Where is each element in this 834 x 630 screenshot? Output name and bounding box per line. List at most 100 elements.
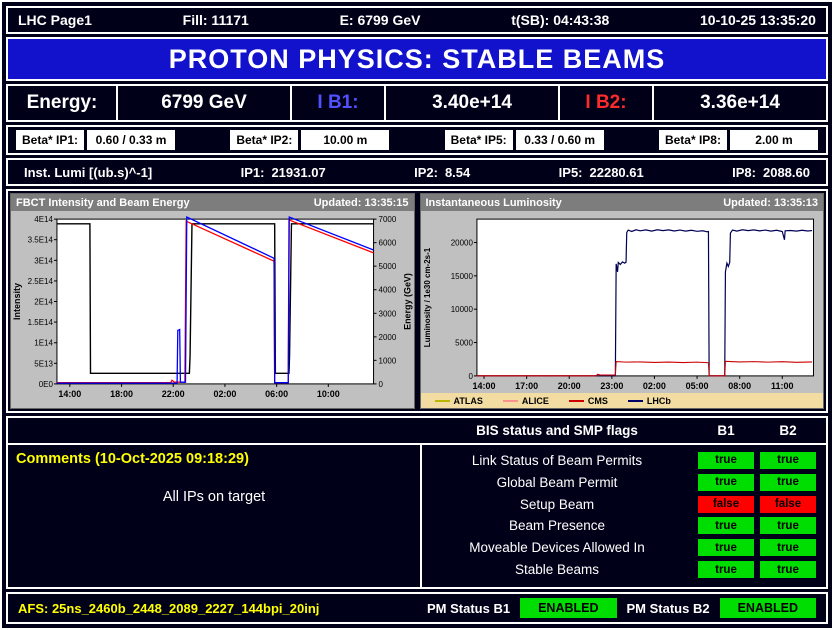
svg-text:Intensity: Intensity	[12, 283, 22, 320]
svg-text:14:00: 14:00	[58, 389, 81, 399]
energy-row: Energy: 6799 GeV I B1: 3.40e+14 I B2: 3.…	[6, 84, 828, 122]
comments-panel: Comments (10-Oct-2025 09:18:29) All IPs …	[8, 445, 422, 587]
fbct-chart-title: FBCT Intensity and Beam Energy	[16, 197, 190, 209]
fill-number: Fill: 11171	[183, 12, 249, 28]
charts-area: FBCT Intensity and Beam Energy Updated: …	[6, 189, 828, 413]
svg-text:20:00: 20:00	[557, 381, 580, 391]
footer-bar: AFS: 25ns_2460b_2448_2089_2227_144bpi_20…	[6, 592, 828, 624]
bis-row-label: Link Status of Beam Permits	[422, 453, 692, 468]
afs-scheme: AFS: 25ns_2460b_2448_2089_2227_144bpi_20…	[18, 601, 319, 616]
pm-status-b2-badge: ENABLED	[720, 598, 816, 618]
bis-header-row: BIS status and SMP flags B1 B2	[8, 418, 826, 445]
status-badge: true	[698, 517, 754, 534]
bottom-section: BIS status and SMP flags B1 B2 Comments …	[6, 416, 828, 589]
lumi-ip8-label: IP8:	[732, 165, 756, 180]
lumi-ip5-label: IP5:	[559, 165, 583, 180]
beam-energy: E: 6799 GeV	[340, 12, 421, 28]
beta-ip2-value: 10.00 m	[301, 130, 389, 150]
lumi-ip5: IP5: 22280.61	[559, 165, 644, 180]
bis-row-label: Beam Presence	[422, 518, 692, 533]
legend-atlas: ATLAS	[435, 396, 483, 406]
svg-text:08:00: 08:00	[728, 381, 751, 391]
legend-alice: ALICE	[503, 396, 549, 406]
lhc-page1: LHC Page1 Fill: 11171 E: 6799 GeV t(SB):…	[0, 0, 834, 630]
app-title: LHC Page1	[18, 12, 92, 28]
beta-ip1-value: 0.60 / 0.33 m	[87, 130, 175, 150]
svg-text:02:00: 02:00	[642, 381, 665, 391]
intensity-b2-label: I B2:	[558, 84, 654, 122]
fbct-chart-updated: Updated: 13:35:15	[314, 197, 409, 209]
beta-ip1: Beta* IP1: 0.60 / 0.33 m	[16, 130, 175, 150]
svg-text:5000: 5000	[379, 262, 397, 271]
comments-body: All IPs on target	[16, 489, 412, 505]
stable-beams-time: t(SB): 04:43:38	[511, 12, 609, 28]
legend-lhcb-label: LHCb	[647, 396, 671, 406]
legend-alice-label: ALICE	[522, 396, 549, 406]
bis-row-beam-presence: Beam Presence true true	[422, 517, 816, 534]
bis-row-label: Global Beam Permit	[422, 475, 692, 490]
bis-row-label: Setup Beam	[422, 497, 692, 512]
fbct-chart-body: 14:0018:0022:0002:0006:0010:000E05E131E1…	[11, 211, 414, 408]
intensity-b1-label: I B1:	[290, 84, 386, 122]
svg-text:0: 0	[468, 372, 473, 381]
energy-label: Energy:	[6, 84, 118, 122]
bis-flags-table: Link Status of Beam Permits true true Gl…	[422, 445, 826, 587]
lhcb-swatch-icon	[628, 400, 643, 402]
status-badge: true	[698, 539, 754, 556]
svg-text:22:00: 22:00	[162, 389, 185, 399]
svg-text:23:00: 23:00	[600, 381, 623, 391]
lumi-ip8-value: 2088.60	[763, 165, 810, 180]
lumi-row-label: Inst. Lumi [(ub.s)^-1]	[24, 165, 152, 180]
atlas-swatch-icon	[435, 400, 450, 402]
page-title: PROTON PHYSICS: STABLE BEAMS	[6, 37, 828, 81]
beta-ip2-label: Beta* IP2:	[230, 130, 298, 150]
page-title-text: PROTON PHYSICS: STABLE BEAMS	[169, 44, 666, 75]
svg-text:6000: 6000	[379, 239, 397, 248]
legend-cms: CMS	[569, 396, 608, 406]
alice-swatch-icon	[503, 400, 518, 402]
svg-text:4E14: 4E14	[34, 215, 53, 224]
svg-text:1000: 1000	[379, 356, 397, 365]
lumi-ip1-value: 21931.07	[271, 165, 325, 180]
legend-lhcb: LHCb	[628, 396, 671, 406]
pm-status-b1-label: PM Status B1	[427, 601, 510, 616]
status-badge: true	[760, 474, 816, 491]
lumi-chart-body: 14:0017:0020:0023:0002:0005:0008:0011:00…	[421, 211, 824, 408]
svg-text:3E14: 3E14	[34, 256, 53, 265]
svg-text:10000: 10000	[450, 305, 473, 314]
beta-ip8-label: Beta* IP8:	[659, 130, 727, 150]
status-badge: true	[760, 539, 816, 556]
svg-text:4000: 4000	[379, 286, 397, 295]
status-badge: false	[698, 496, 754, 513]
svg-text:15000: 15000	[450, 272, 473, 281]
lumi-legend: ATLAS ALICE CMS LHCb	[421, 393, 824, 408]
bis-row-label: Stable Beams	[422, 562, 692, 577]
beta-ip5-label: Beta* IP5:	[445, 130, 513, 150]
bis-row-stable-beams: Stable Beams true true	[422, 561, 816, 578]
status-badge: true	[698, 561, 754, 578]
svg-text:2.5E14: 2.5E14	[28, 277, 54, 286]
pm-status-b1-badge: ENABLED	[520, 598, 616, 618]
svg-text:06:00: 06:00	[265, 389, 288, 399]
instantaneous-luminosity-chart: 14:0017:0020:0023:0002:0005:0008:0011:00…	[421, 211, 824, 393]
lumi-ip1: IP1: 21931.07	[241, 165, 326, 180]
legend-cms-label: CMS	[588, 396, 608, 406]
bottom-main: Comments (10-Oct-2025 09:18:29) All IPs …	[8, 445, 826, 587]
fbct-chart-panel: FBCT Intensity and Beam Energy Updated: …	[10, 193, 415, 409]
lumi-ip2-value: 8.54	[445, 165, 470, 180]
beta-ip2: Beta* IP2: 10.00 m	[230, 130, 389, 150]
status-badge: false	[760, 496, 816, 513]
beta-star-row: Beta* IP1: 0.60 / 0.33 m Beta* IP2: 10.0…	[6, 125, 828, 155]
svg-text:11:00: 11:00	[771, 381, 793, 391]
bis-row-moveable-devices: Moveable Devices Allowed In true true	[422, 539, 816, 556]
svg-text:5000: 5000	[455, 339, 473, 348]
svg-text:3000: 3000	[379, 309, 397, 318]
datetime: 10-10-25 13:35:20	[700, 12, 816, 28]
bis-col-b1: B1	[698, 423, 754, 438]
lumi-ip2-label: IP2:	[414, 165, 438, 180]
svg-text:02:00: 02:00	[213, 389, 236, 399]
lumi-chart-titlebar: Instantaneous Luminosity Updated: 13:35:…	[421, 194, 824, 211]
svg-text:0: 0	[379, 380, 384, 389]
svg-text:17:00: 17:00	[515, 381, 538, 391]
bis-row-label: Moveable Devices Allowed In	[422, 540, 692, 555]
